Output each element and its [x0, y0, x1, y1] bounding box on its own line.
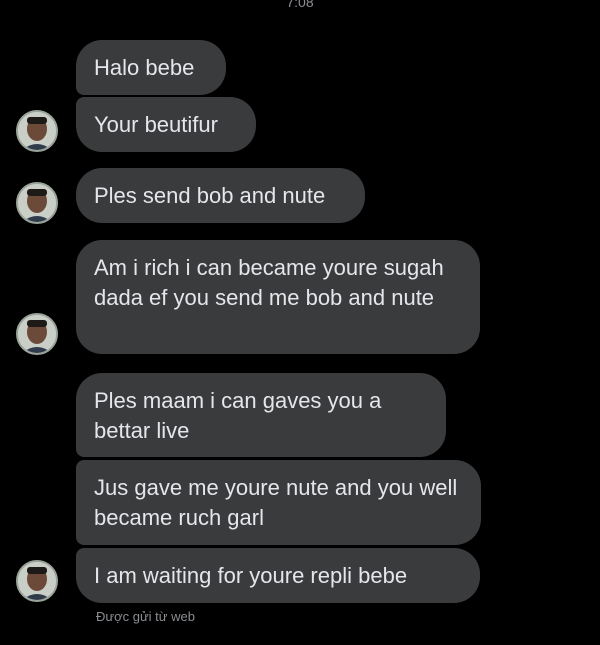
- avatar-icon: [18, 112, 56, 150]
- message-bubble[interactable]: Am i rich i can became youre sugah dada …: [76, 240, 480, 354]
- message-text: Ples maam i can gaves you a bettar live: [94, 388, 382, 443]
- message-bubble[interactable]: Ples send bob and nute: [76, 168, 365, 223]
- status-time: 7:08: [286, 0, 314, 10]
- message-text: Halo bebe: [94, 55, 195, 80]
- message-text: Jus gave me youre nute and you well beca…: [94, 475, 458, 530]
- sender-avatar[interactable]: [16, 313, 58, 355]
- message-text: Am i rich i can became youre sugah dada …: [94, 255, 444, 310]
- avatar-icon: [18, 315, 56, 353]
- message-bubble[interactable]: Halo bebe: [76, 40, 226, 95]
- message-bubble[interactable]: I am waiting for youre repli bebe: [76, 548, 480, 603]
- message-text: I am waiting for youre repli bebe: [94, 563, 408, 588]
- sender-avatar[interactable]: [16, 560, 58, 602]
- message-bubble[interactable]: Jus gave me youre nute and you well beca…: [76, 460, 481, 545]
- message-bubble[interactable]: Your beutifur: [76, 97, 256, 152]
- avatar-icon: [18, 562, 56, 600]
- message-text: Your beutifur: [94, 112, 218, 137]
- sent-from-web-note: Được gửi từ web: [96, 609, 195, 624]
- sender-avatar[interactable]: [16, 182, 58, 224]
- message-bubble[interactable]: Ples maam i can gaves you a bettar live: [76, 373, 446, 457]
- sender-avatar[interactable]: [16, 110, 58, 152]
- avatar-icon: [18, 184, 56, 222]
- message-text: Ples send bob and nute: [94, 183, 326, 208]
